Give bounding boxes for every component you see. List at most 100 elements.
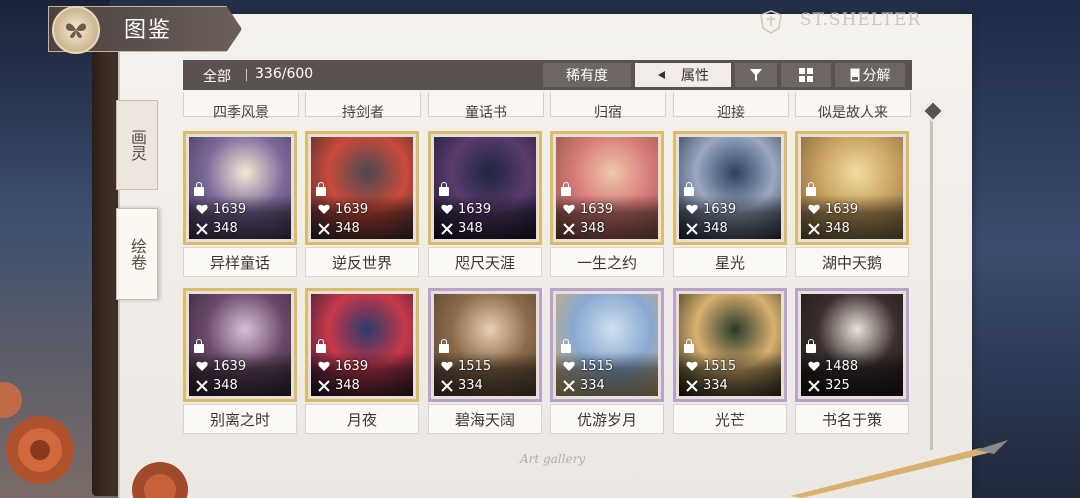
background-right	[960, 0, 1080, 498]
sort-rarity-button[interactable]: 稀有度	[543, 63, 631, 87]
attack-value: 348	[825, 221, 850, 236]
hearts-value: 1639	[335, 359, 369, 374]
crossed-swords-icon	[563, 222, 575, 235]
crossed-swords-icon	[318, 222, 330, 235]
attack-value: 348	[335, 221, 360, 236]
lock-icon	[561, 182, 571, 196]
art-gallery-caption: Art gallery	[520, 452, 586, 466]
list-item[interactable]: 持剑者	[305, 92, 421, 118]
hearts-stat: 1639	[441, 202, 491, 217]
card-frame: 1639 348	[305, 131, 419, 245]
card-name: 星光	[673, 247, 787, 277]
butterfly-icon[interactable]	[52, 6, 100, 54]
attack-stat: 334	[563, 378, 605, 393]
heart-icon	[196, 361, 208, 371]
hearts-value: 1639	[703, 202, 737, 217]
crossed-swords-icon	[686, 222, 698, 235]
filter-all[interactable]: 全部	[203, 66, 231, 86]
sort-attribute-label: 属性	[681, 68, 709, 84]
attack-stat: 348	[318, 378, 360, 393]
list-item[interactable]: 四季风景	[183, 92, 299, 118]
tab-painting-scroll[interactable]: 绘卷	[116, 208, 158, 300]
crossed-swords-icon	[808, 379, 820, 392]
hearts-value: 1515	[580, 359, 614, 374]
grid-view-button[interactable]	[781, 63, 831, 87]
attack-value: 348	[213, 221, 238, 236]
tab-painted-spirit[interactable]: 画灵	[116, 100, 158, 190]
hearts-value: 1639	[825, 202, 859, 217]
sort-rarity-label: 稀有度	[566, 68, 608, 84]
hearts-stat: 1639	[196, 202, 246, 217]
attack-value: 334	[703, 378, 728, 393]
attack-stat: 348	[808, 221, 850, 236]
attack-stat: 334	[441, 378, 483, 393]
card-frame: 1515 334	[673, 288, 787, 402]
attack-value: 348	[580, 221, 605, 236]
attack-stat: 348	[196, 221, 238, 236]
attack-stat: 348	[563, 221, 605, 236]
card-frame: 1515 334	[428, 288, 542, 402]
card-frame: 1639 348	[305, 288, 419, 402]
lock-icon	[194, 339, 204, 353]
rose-decoration	[0, 382, 188, 498]
hearts-value: 1515	[458, 359, 492, 374]
attack-stat: 348	[318, 221, 360, 236]
hearts-stat: 1639	[318, 202, 368, 217]
crossed-swords-icon	[441, 222, 453, 235]
crossed-swords-icon	[441, 379, 453, 392]
attack-stat: 348	[196, 378, 238, 393]
attack-value: 348	[703, 221, 728, 236]
card-name: 优游岁月	[550, 404, 664, 434]
sort-arrow-icon	[658, 71, 665, 79]
attack-value: 348	[213, 378, 238, 393]
card-frame: 1639 348	[795, 131, 909, 245]
card-name: 别离之时	[183, 404, 297, 434]
list-item[interactable]: 迎接	[673, 92, 789, 118]
card-name-partial: 四季风景	[213, 105, 269, 118]
heart-icon	[808, 204, 820, 214]
previous-row-names: 四季风景 持剑者 童话书 归宿 迎接 似是故人来	[183, 92, 912, 118]
card-name: 湖中天鹅	[795, 247, 909, 277]
decompose-button[interactable]: 分解	[835, 63, 905, 87]
hearts-stat: 1515	[686, 359, 736, 374]
list-item[interactable]: 童话书	[428, 92, 544, 118]
heart-icon	[318, 361, 330, 371]
brand-logo: ST.SHELTER	[800, 10, 922, 30]
hearts-stat: 1639	[808, 202, 858, 217]
card-name: 月夜	[305, 404, 419, 434]
heart-icon	[563, 361, 575, 371]
hearts-value: 1488	[825, 359, 859, 374]
heart-icon	[808, 361, 820, 371]
attack-value: 325	[825, 378, 850, 393]
grid-icon	[799, 68, 813, 82]
attack-value: 334	[458, 378, 483, 393]
crossed-swords-icon	[686, 379, 698, 392]
card-frame: 1639 348	[550, 131, 664, 245]
hearts-value: 1639	[213, 359, 247, 374]
sort-attribute-button[interactable]: 属性	[635, 63, 731, 87]
lock-icon	[684, 339, 694, 353]
attack-stat: 334	[686, 378, 728, 393]
card-name: 一生之约	[550, 247, 664, 277]
card-name: 书名于策	[795, 404, 909, 434]
lock-icon	[806, 182, 816, 196]
heart-icon	[686, 361, 698, 371]
filter-button[interactable]	[735, 63, 777, 87]
heart-icon	[686, 204, 698, 214]
list-item[interactable]: 似是故人来	[795, 92, 911, 118]
heart-icon	[563, 204, 575, 214]
lock-icon	[316, 339, 326, 353]
scrollbar-track[interactable]	[930, 110, 933, 450]
hearts-value: 1639	[213, 202, 247, 217]
hearts-stat: 1639	[563, 202, 613, 217]
attack-value: 348	[335, 378, 360, 393]
heart-icon	[196, 204, 208, 214]
heart-icon	[441, 204, 453, 214]
card-name-partial: 迎接	[717, 105, 745, 118]
card-frame: 1515 334	[550, 288, 664, 402]
toolbar-divider	[246, 69, 247, 81]
hearts-value: 1639	[335, 202, 369, 217]
card-name-partial: 持剑者	[342, 105, 384, 118]
list-item[interactable]: 归宿	[550, 92, 666, 118]
crossed-swords-icon	[196, 222, 208, 235]
